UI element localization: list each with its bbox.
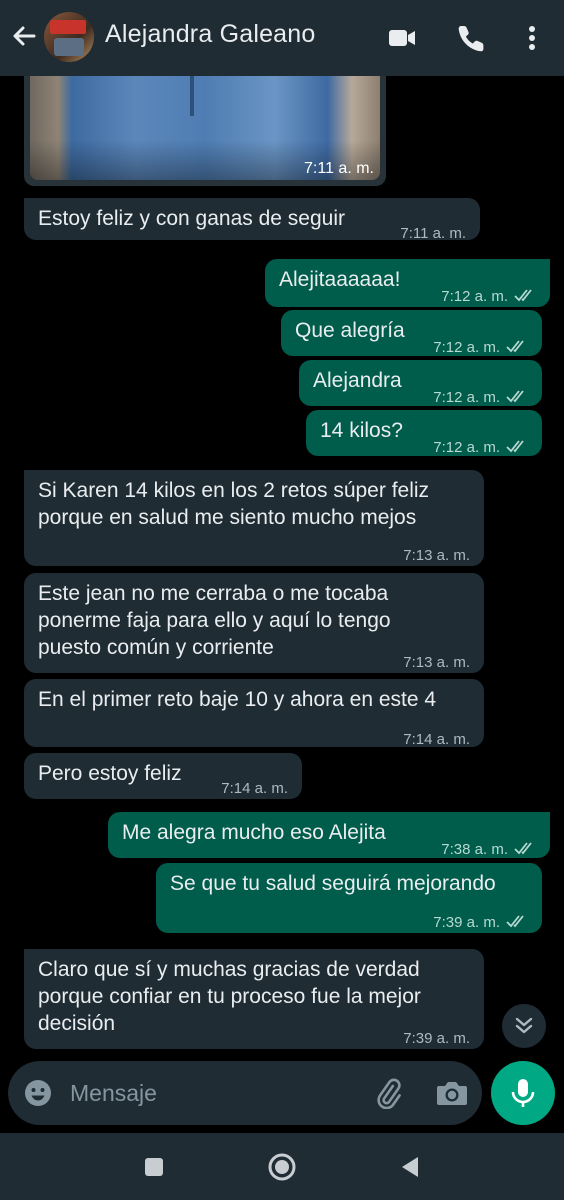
message-text: Alejitaaaaaa! (279, 268, 401, 291)
message-status: 7:39 a. m. (433, 909, 528, 936)
message-status: 7:12 a. m. (433, 334, 528, 361)
message-time: 7:12 a. m. (441, 288, 508, 305)
read-ticks-icon (506, 390, 524, 403)
message-text: Alejandra (313, 369, 402, 392)
message-text: Que alegría (295, 319, 405, 342)
photo-message[interactable]: 7:11 a. m. (24, 76, 386, 186)
incoming-message[interactable]: Estoy feliz y con ganas de seguir 7:11 a… (24, 198, 480, 242)
read-ticks-icon (514, 289, 532, 302)
message-time: 7:14 a. m. (403, 731, 470, 748)
read-ticks-icon (506, 915, 524, 928)
message-time: 7:11 a. m. (400, 225, 466, 242)
outgoing-message[interactable]: Me alegra mucho eso Alejita 7:38 a. m. (108, 812, 550, 858)
outgoing-message[interactable]: Alejandra 7:12 a. m. (299, 360, 542, 406)
message-text: Se que tu salud seguirá mejorando (170, 872, 496, 895)
read-ticks-icon (506, 440, 524, 453)
message-text: Pero estoy feliz (38, 762, 182, 785)
camera-icon[interactable] (435, 1077, 469, 1109)
message-text: Estoy feliz y con ganas de seguir (38, 207, 346, 230)
message-time: 7:14 a. m. (221, 780, 288, 797)
message-text: Si Karen 14 kilos en los 2 retos súper f… (38, 479, 430, 529)
voice-message-button[interactable] (491, 1061, 555, 1125)
outgoing-message[interactable]: Alejitaaaaaa! 7:12 a. m. (265, 259, 550, 307)
recent-apps-icon[interactable] (138, 1151, 170, 1183)
message-time: 7:13 a. m. (403, 654, 470, 671)
message-time: 7:39 a. m. (433, 914, 500, 931)
message-time: 7:12 a. m. (433, 339, 500, 356)
incoming-message[interactable]: Si Karen 14 kilos en los 2 retos súper f… (24, 470, 484, 566)
attach-icon[interactable] (372, 1077, 404, 1109)
message-composer[interactable]: Mensaje (8, 1061, 482, 1125)
outgoing-message[interactable]: 14 kilos? 7:12 a. m. (306, 410, 542, 456)
more-options-icon[interactable] (516, 22, 548, 54)
message-status: 7:12 a. m. (441, 283, 536, 310)
outgoing-message[interactable]: Se que tu salud seguirá mejorando 7:39 a… (156, 863, 542, 933)
back-triangle-icon[interactable] (394, 1151, 426, 1183)
message-text: 14 kilos? (320, 419, 403, 442)
chat-header: Alejandra Galeano (0, 0, 564, 76)
message-status: 7:12 a. m. (433, 434, 528, 461)
incoming-message[interactable]: Pero estoy feliz 7:14 a. m. (24, 753, 302, 799)
message-text: Claro que sí y muchas gracias de verdad … (38, 958, 421, 1035)
message-time: 7:38 a. m. (441, 841, 508, 858)
message-text: Me alegra mucho eso Alejita (122, 821, 386, 844)
message-input[interactable]: Mensaje (70, 1080, 157, 1107)
double-chevron-down-icon (515, 1017, 533, 1034)
contact-name[interactable]: Alejandra Galeano (105, 20, 316, 49)
incoming-message[interactable]: Claro que sí y muchas gracias de verdad … (24, 949, 484, 1049)
photo-message-time: 7:11 a. m. (304, 160, 374, 177)
home-icon[interactable] (266, 1151, 298, 1183)
message-time: 7:12 a. m. (433, 389, 500, 406)
message-list[interactable]: 7:11 a. m. Estoy feliz y con ganas de se… (0, 76, 564, 1054)
message-time: 7:13 a. m. (403, 547, 470, 564)
system-navigation-bar (0, 1133, 564, 1200)
message-status: 7:12 a. m. (433, 384, 528, 411)
incoming-message[interactable]: En el primer reto baje 10 y ahora en est… (24, 679, 484, 748)
outgoing-message[interactable]: Que alegría 7:12 a. m. (281, 310, 542, 356)
message-text: Este jean no me cerraba o me tocaba pone… (38, 582, 391, 659)
read-ticks-icon (514, 842, 532, 855)
emoji-icon[interactable] (22, 1077, 54, 1109)
phone-icon[interactable] (456, 22, 488, 54)
contact-avatar[interactable] (44, 12, 94, 62)
message-text: En el primer reto baje 10 y ahora en est… (38, 688, 437, 711)
message-time: 7:39 a. m. (403, 1030, 470, 1047)
read-ticks-icon (506, 340, 524, 353)
back-arrow-icon[interactable] (8, 20, 40, 52)
message-time: 7:12 a. m. (433, 439, 500, 456)
mic-icon (511, 1079, 535, 1107)
scroll-to-bottom-button[interactable] (502, 1004, 546, 1048)
message-status: 7:38 a. m. (441, 836, 536, 863)
incoming-message[interactable]: Este jean no me cerraba o me tocaba pone… (24, 573, 484, 673)
video-call-icon[interactable] (386, 22, 418, 54)
